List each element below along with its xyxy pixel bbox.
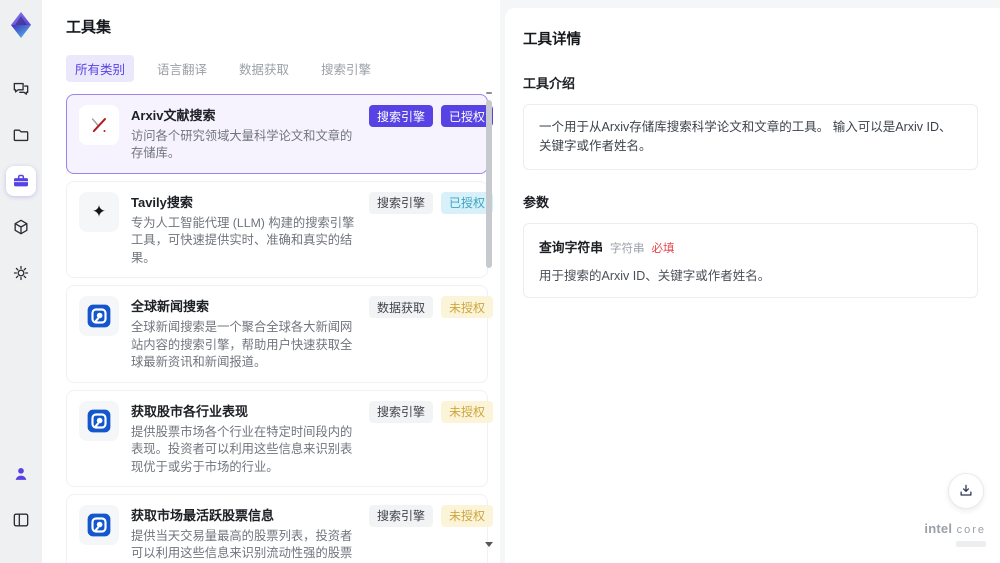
param-required-badge: 必填 <box>651 242 675 255</box>
app-logo-icon <box>11 12 31 38</box>
tool-description: 访问各个研究领域大量科学论文和文章的存储库。 <box>131 129 353 161</box>
tool-name: 获取市场最活跃股票信息 <box>131 507 275 523</box>
tool-description: 提供当天交易量最高的股票列表，投资者可以利用这些信息来识别流动性强的股票和潜在的… <box>131 528 353 561</box>
sidebar-item-chat[interactable] <box>6 74 36 104</box>
scroll-up-icon[interactable] <box>486 92 492 94</box>
news-blue-icon <box>79 504 119 545</box>
sidebar-item-settings[interactable] <box>6 258 36 288</box>
tool-list-item[interactable]: ✦ Tavily搜索 专为人工智能代理 (LLM) 构建的搜索引擎工具，可快速提… <box>66 180 494 279</box>
category-badge: 搜索引擎 <box>369 191 434 214</box>
tool-name: 全球新闻搜索 <box>131 299 210 315</box>
sidebar-item-tools[interactable] <box>6 166 36 196</box>
tool-badges: 搜索引擎 未授权 <box>369 504 494 563</box>
tool-text: 全球新闻搜索 全球新闻搜索是一个聚合全球各大新闻网站内容的搜索引擎，帮助用户快速… <box>131 296 357 371</box>
user-icon <box>15 468 27 480</box>
page-title: 工具集 <box>66 19 112 36</box>
news-blue-icon <box>79 296 119 337</box>
tab-3[interactable]: 搜索引擎 <box>312 55 380 82</box>
tab-1[interactable]: 语言翻译 <box>148 55 216 82</box>
intro-box: 一个用于从Arxiv存储库搜索科学论文和文章的工具。 输入可以是Arxiv ID… <box>523 104 978 170</box>
intel-core-logo: intel core <box>924 520 986 547</box>
category-badge: 搜索引擎 <box>369 400 434 423</box>
intel-logo-text: intel <box>924 521 953 536</box>
tool-list-item[interactable]: 获取股市各行业表现 提供股票市场各个行业在特定时间段内的表现。投资者可以利用这些… <box>66 389 494 487</box>
tool-description: 全球新闻搜索是一个聚合全球各大新闻网站内容的搜索引擎，帮助用户快速获取全球最新资… <box>131 320 353 370</box>
tavily-icon: ✦ <box>79 191 119 232</box>
chat-icon <box>13 82 29 95</box>
scroll-down-icon[interactable] <box>485 542 493 547</box>
tool-description: 提供股票市场各个行业在特定时间段内的表现。投资者可以利用这些信息来识别表现优于或… <box>131 424 353 474</box>
arxiv-icon <box>79 105 119 145</box>
detail-title: 工具详情 <box>523 32 581 48</box>
tool-list: Arxiv文献搜索 访问各个研究领域大量科学论文和文章的存储库。 搜索引擎 已授… <box>66 94 494 563</box>
toolbox-icon <box>13 174 29 187</box>
app-window: 工具集 所有类别 语言翻译 数据获取 搜索引擎 Arxiv文献搜索 访问各个研究领域大… <box>0 0 1000 563</box>
param-type: 字符串 <box>609 242 645 255</box>
tool-badges: 搜索引擎 已授权 <box>369 191 494 267</box>
param-header: 查询字符串 字符串 必填 <box>539 237 962 256</box>
param-name: 查询字符串 <box>539 239 603 255</box>
folder-icon <box>13 129 29 142</box>
tool-name: Arxiv文献搜索 <box>131 108 216 123</box>
tool-name: Tavily搜索 <box>131 194 193 210</box>
gear-icon <box>13 265 29 281</box>
scrollbar-thumb[interactable] <box>486 100 492 268</box>
sidebar-item-account[interactable] <box>6 459 36 489</box>
category-tabs: 所有类别 语言翻译 数据获取 搜索引擎 <box>66 55 500 82</box>
intro-heading: 工具介绍 <box>523 76 576 91</box>
intro-text: 一个用于从Arxiv存储库搜索科学论文和文章的工具。 输入可以是Arxiv ID… <box>539 120 952 153</box>
tool-name: 获取股市各行业表现 <box>131 403 249 419</box>
tool-detail-panel: 工具详情 工具介绍 一个用于从Arxiv存储库搜索科学论文和文章的工具。 输入可… <box>505 8 1000 563</box>
param-box: 查询字符串 字符串 必填 用于搜索的Arxiv ID、关键字或作者姓名。 <box>523 222 978 298</box>
tool-list-item[interactable]: 全球新闻搜索 全球新闻搜索是一个聚合全球各大新闻网站内容的搜索引擎，帮助用户快速… <box>66 285 494 383</box>
category-badge: 搜索引擎 <box>369 504 434 527</box>
tool-text: 获取股市各行业表现 提供股票市场各个行业在特定时间段内的表现。投资者可以利用这些… <box>131 401 357 476</box>
panel-toggle-icon <box>13 513 29 527</box>
sidebar-item-panel-toggle[interactable] <box>6 505 36 535</box>
category-badge: 搜索引擎 <box>369 105 434 127</box>
core-logo-text: core <box>956 524 986 536</box>
tool-text: Tavily搜索 专为人工智能代理 (LLM) 构建的搜索引擎工具，可快速提供实… <box>131 192 357 267</box>
tool-badges: 数据获取 未授权 <box>369 296 494 371</box>
tool-description: 专为人工智能代理 (LLM) 构建的搜索引擎工具，可快速提供实时、准确和真实的结… <box>131 215 355 265</box>
tool-text: 获取市场最活跃股票信息 提供当天交易量最高的股票列表，投资者可以利用这些信息来识… <box>131 505 357 563</box>
sidebar-item-packages[interactable] <box>6 212 36 242</box>
sidebar <box>0 0 42 563</box>
tool-list-panel: 工具集 所有类别 语言翻译 数据获取 搜索引擎 Arxiv文献搜索 访问各个研究领域大… <box>42 0 500 563</box>
params-heading: 参数 <box>523 194 550 210</box>
category-badge: 数据获取 <box>369 296 434 319</box>
sidebar-item-files[interactable] <box>6 120 36 150</box>
download-icon <box>960 484 972 496</box>
tab-2[interactable]: 数据获取 <box>230 55 298 82</box>
tool-text: Arxiv文献搜索 访问各个研究领域大量科学论文和文章的存储库。 <box>131 105 357 163</box>
param-description: 用于搜索的Arxiv ID、关键字或作者姓名。 <box>539 268 771 283</box>
download-button[interactable] <box>948 473 984 509</box>
tab-all-categories[interactable]: 所有类别 <box>66 55 135 82</box>
news-blue-icon <box>79 400 119 441</box>
cube-icon <box>14 219 28 235</box>
tool-badges: 搜索引擎 未授权 <box>369 400 494 476</box>
tool-list-item[interactable]: Arxiv文献搜索 访问各个研究领域大量科学论文和文章的存储库。 搜索引擎 已授… <box>66 94 494 174</box>
list-scrollbar[interactable] <box>485 86 494 559</box>
tool-list-item[interactable]: 获取市场最活跃股票信息 提供当天交易量最高的股票列表，投资者可以利用这些信息来识… <box>66 493 494 563</box>
tool-badges: 搜索引擎 已授权 <box>369 105 494 163</box>
intel-logo-badge <box>956 541 986 547</box>
